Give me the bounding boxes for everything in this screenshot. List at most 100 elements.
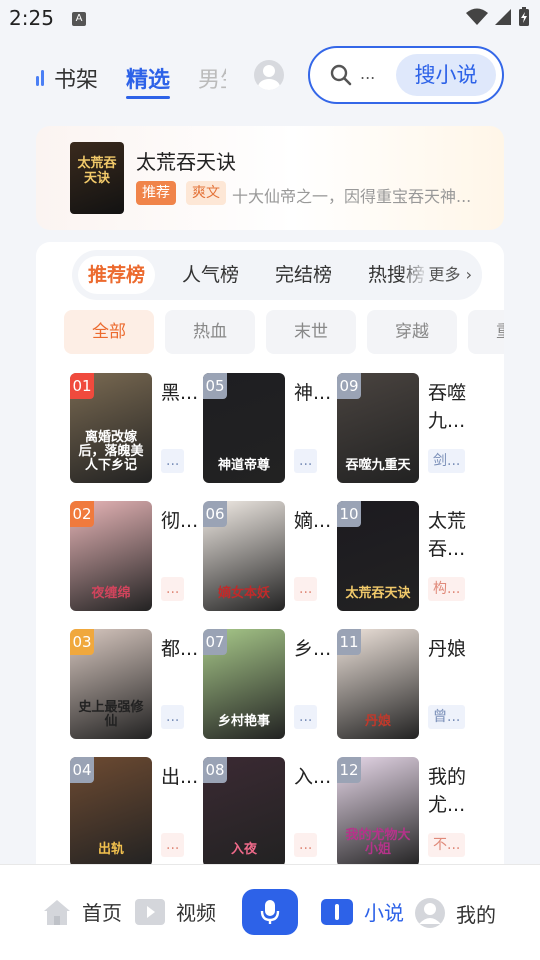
book-title: 丹娘 (428, 638, 467, 660)
book-title: 太荒吞... (428, 510, 467, 560)
search-icon (330, 64, 352, 86)
book-title: 我的尤... (428, 766, 467, 816)
book-cover: 吞噬九重天 09 (337, 373, 419, 483)
cover-title: 离婚改嫁后，落魄美人下乡记 (78, 430, 144, 473)
book-title: 入... (294, 766, 332, 788)
chip-all[interactable]: 全部 (64, 310, 154, 354)
book-title: 都... (161, 638, 199, 660)
tab-bookshelf[interactable]: 书架 (36, 62, 98, 94)
search-input[interactable]: ... (360, 64, 375, 83)
book-cover: 夜缠绵 02 (70, 501, 152, 611)
chip-hot-blood[interactable]: 热血 (165, 310, 255, 354)
book-item[interactable]: 夜缠绵 02 彻...... (70, 501, 204, 613)
featured-book-description: 十大仙帝之一，因得重宝吞天神... (232, 187, 472, 206)
avatar[interactable] (254, 60, 284, 90)
book-item[interactable]: 出轨 04 出...... (70, 757, 204, 869)
tab-male[interactable]: 男生 (198, 62, 226, 94)
cover-title: 嫡女本妖 (217, 586, 270, 601)
book-item[interactable]: 嫡女本妖 06 嫡...... (203, 501, 337, 613)
profile-icon (415, 898, 445, 928)
cover-title: 吞噬九重天 (345, 458, 411, 473)
book-title: 出... (161, 766, 199, 788)
tab-bookshelf-label: 书架 (54, 68, 99, 93)
rank-badge: 09 (337, 373, 361, 399)
book-tag: 剑... (428, 449, 466, 473)
top-navigation: 书架 精选 男生 ... 搜小说 (0, 44, 540, 108)
cover-title: 史上最强修仙 (78, 700, 144, 729)
book-cover: 嫡女本妖 06 (203, 501, 285, 611)
nav-home[interactable]: 首页 (42, 897, 122, 926)
category-chips: 全部 热血 末世 穿越 重生 (64, 310, 504, 354)
wifi-icon (466, 8, 488, 25)
rank-badge: 05 (203, 373, 227, 399)
book-item[interactable]: 太荒吞天诀 10 太荒吞... 构... (337, 501, 471, 613)
featured-book-cover: 太荒吞天诀 (70, 142, 124, 214)
book-item[interactable]: 乡村艳事 07 乡...... (203, 629, 337, 741)
more-link[interactable]: 更多 › (400, 256, 482, 294)
book-tag: ... (294, 705, 318, 729)
featured-book-card[interactable]: 太荒吞天诀 太荒吞天诀 推荐 爽文 十大仙帝之一，因得重宝吞天神... (36, 126, 504, 230)
cover-title: 神道帝尊 (217, 458, 270, 473)
status-bar: 2:25 A (0, 0, 540, 36)
book-cover: 神道帝尊 05 (203, 373, 285, 483)
book-tag: ... (161, 449, 185, 473)
ranking-tabs: 推荐榜 人气榜 完结榜 热搜榜 更多 › (72, 250, 482, 300)
chip-rebirth[interactable]: 重生 (468, 310, 504, 354)
book-title: 嫡... (294, 510, 332, 532)
book-item[interactable]: 神道帝尊 05 神...... (203, 373, 337, 485)
rank-badge: 10 (337, 501, 361, 527)
nav-mine-label: 我的 (456, 902, 496, 927)
search-bar[interactable]: ... 搜小说 (308, 46, 504, 104)
book-title: 神... (294, 382, 332, 404)
rank-badge: 02 (70, 501, 94, 527)
book-tag: ... (294, 833, 318, 857)
rank-badge: 03 (70, 629, 94, 655)
rank-badge: 01 (70, 373, 94, 399)
tab-featured[interactable]: 精选 (126, 62, 171, 99)
nav-novel[interactable]: 小说 (320, 897, 404, 926)
cover-title: 我的尤物大小姐 (345, 828, 411, 857)
cover-title: 太荒吞天诀 (345, 586, 411, 601)
book-cover: 离婚改嫁后，落魄美人下乡记 01 (70, 373, 152, 483)
book-item[interactable]: 离婚改嫁后，落魄美人下乡记 01 黑...... (70, 373, 204, 485)
book-item[interactable]: 入夜 08 入...... (203, 757, 337, 869)
featured-tag-genre: 爽文 (186, 181, 226, 205)
notification-a-icon: A (72, 12, 86, 26)
book-cover: 我的尤物大小姐 12 (337, 757, 419, 867)
book-item[interactable]: 丹娘 11 丹娘曾... (337, 629, 471, 741)
battery-icon (519, 7, 529, 26)
book-title: 吞噬九... (428, 382, 467, 432)
voice-search-button[interactable] (242, 889, 298, 935)
tab-completed-rank[interactable]: 完结榜 (275, 256, 332, 294)
book-item[interactable]: 我的尤物大小姐 12 我的尤... 不... (337, 757, 471, 869)
chip-apocalypse[interactable]: 末世 (266, 310, 356, 354)
nav-mine[interactable]: 我的 (414, 897, 496, 929)
search-novel-button[interactable]: 搜小说 (396, 54, 496, 96)
book-title: 彻... (161, 510, 199, 532)
rank-badge: 11 (337, 629, 361, 655)
book-tag: 曾... (428, 705, 466, 729)
rank-badge: 08 (203, 757, 227, 783)
ranking-panel: 推荐榜 人气榜 完结榜 热搜榜 更多 › 全部 热血 末世 穿越 重生 离婚改嫁… (36, 242, 504, 882)
signal-icon (495, 9, 511, 25)
chip-time-travel[interactable]: 穿越 (367, 310, 457, 354)
book-item[interactable]: 吞噬九重天 09 吞噬九... 剑... (337, 373, 471, 485)
nav-video[interactable]: 视频 (134, 897, 216, 926)
rank-badge: 06 (203, 501, 227, 527)
book-title: 黑... (161, 382, 199, 404)
cover-title: 出轨 (97, 842, 124, 857)
home-icon (44, 899, 70, 925)
book-tag: ... (294, 577, 318, 601)
status-icons (466, 7, 530, 27)
nav-home-label: 首页 (82, 901, 122, 925)
book-tag: ... (294, 449, 318, 473)
book-item[interactable]: 史上最强修仙 03 都...... (70, 629, 204, 741)
tab-popular-rank[interactable]: 人气榜 (182, 256, 239, 294)
video-icon (135, 898, 165, 925)
tab-recommend-rank[interactable]: 推荐榜 (78, 256, 156, 294)
novel-icon (321, 898, 353, 925)
book-cover: 丹娘 11 (337, 629, 419, 739)
book-tag: ... (161, 577, 185, 601)
book-cover: 出轨 04 (70, 757, 152, 867)
chevron-right-icon: › (465, 265, 472, 284)
